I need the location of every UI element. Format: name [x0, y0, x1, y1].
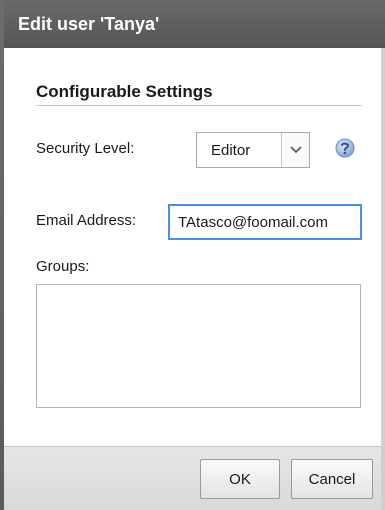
security-level-select[interactable]: Editor [196, 132, 310, 168]
ok-button[interactable]: OK [200, 459, 280, 499]
email-field[interactable] [168, 204, 362, 240]
security-level-label: Security Level: [36, 140, 135, 157]
dialog-title: Edit user 'Tanya' [0, 0, 385, 48]
cancel-button[interactable]: Cancel [291, 459, 373, 499]
email-label: Email Address: [36, 212, 137, 229]
security-level-value: Editor [211, 141, 251, 159]
dialog-footer: OK Cancel [4, 446, 381, 510]
groups-list[interactable] [36, 284, 361, 408]
dialog-right-border [381, 48, 385, 510]
groups-label: Groups: [36, 258, 90, 275]
edit-user-dialog: Edit user 'Tanya' Configurable Settings … [0, 0, 385, 510]
chevron-down-icon[interactable] [281, 133, 309, 167]
help-icon[interactable] [334, 137, 356, 159]
section-title: Configurable Settings [36, 82, 213, 101]
section-divider [36, 105, 362, 106]
dialog-content: Configurable Settings Security Level: Ed… [4, 48, 381, 446]
